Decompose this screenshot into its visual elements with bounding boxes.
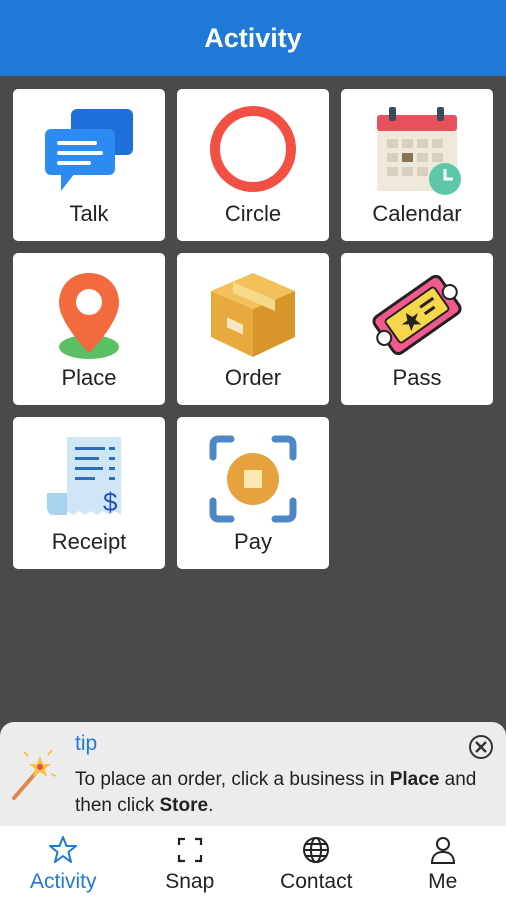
tile-talk[interactable]: Talk [13,89,165,241]
calendar-icon [367,101,467,201]
receipt-icon: $ [39,429,139,529]
globe-icon [301,835,331,865]
tile-label: Pay [234,529,272,554]
app-screen: Activity Talk Circle Calendar Place Orde… [0,0,506,900]
tile-label: Place [61,365,117,390]
person-icon [428,835,458,865]
bottom-tab-bar: Activity Snap Contact Me [0,826,506,900]
tip-title: tip [75,732,98,755]
tab-label: Snap [165,870,215,893]
tile-label: Order [224,365,282,390]
tile-circle[interactable]: Circle [177,89,329,241]
package-box-icon [203,265,303,365]
tile-label: Receipt [51,529,127,554]
tile-order[interactable]: Order [177,253,329,405]
tab-me[interactable]: Me [380,826,506,900]
tip-text: To place an order, click a business in P… [75,769,477,816]
chat-bubbles-icon [39,101,139,201]
tab-label: Activity [29,870,97,893]
star-icon [48,835,78,865]
scan-pay-icon [203,429,303,529]
tile-place[interactable]: Place [13,253,165,405]
scan-frame-icon [175,835,205,865]
tab-snap[interactable]: Snap [127,826,254,900]
tile-receipt[interactable]: $ Receipt [13,417,165,569]
tab-activity[interactable]: Activity [0,826,127,900]
close-icon[interactable] [468,734,494,760]
tile-pass[interactable]: Pass [341,253,493,405]
tab-contact[interactable]: Contact [253,826,380,900]
page-title: Activity [204,22,302,53]
tile-label: Talk [69,201,109,226]
circle-ring-icon [203,101,303,201]
magic-wand-icon [10,742,60,802]
ticket-icon [367,265,467,365]
header-bar: Activity [0,0,506,76]
tile-pay[interactable]: Pay [177,417,329,569]
tile-calendar[interactable]: Calendar [341,89,493,241]
svg-text:$: $ [103,487,118,517]
activity-grid: Talk Circle Calendar Place Order Pass $ … [13,89,494,569]
tile-label: Circle [224,201,282,226]
location-pin-icon [39,265,139,365]
tab-label: Contact [280,870,353,893]
tile-label: Pass [392,365,442,390]
tab-label: Me [428,870,458,893]
tile-label: Calendar [372,201,462,226]
tip-panel: tip To place an order, click a business … [0,722,506,826]
